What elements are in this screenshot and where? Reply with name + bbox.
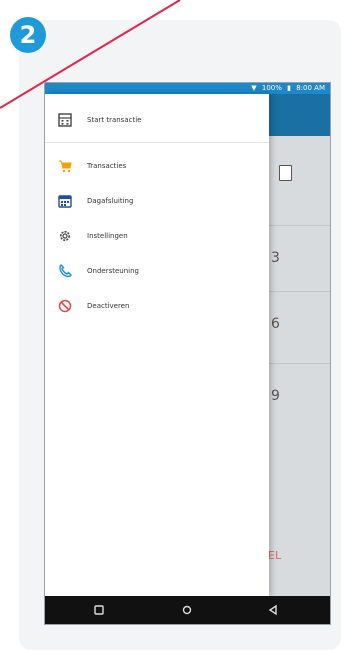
cancel-label-fragment[interactable]: EL	[268, 549, 281, 562]
recent-apps-icon[interactable]	[93, 604, 105, 616]
keypad-row[interactable]: 9	[268, 363, 330, 428]
document-icon[interactable]	[279, 165, 292, 181]
menu-item-label: Transacties	[87, 162, 127, 170]
gear-icon	[57, 228, 73, 244]
menu-item-ondersteuning[interactable]: Ondersteuning	[57, 261, 257, 281]
clock: 8:00 AM	[296, 84, 325, 92]
keypad-number: 9	[271, 388, 280, 404]
menu-item-label: Start transactie	[87, 116, 142, 124]
menu-divider	[45, 142, 269, 143]
status-indicators: ▼ 100% ▮ 8:00 AM	[248, 83, 325, 94]
step-badge: 2	[10, 17, 46, 53]
menu-item-label: Ondersteuning	[87, 267, 139, 275]
calendar-icon	[57, 193, 73, 209]
menu-item-instellingen[interactable]: Instellingen	[57, 226, 257, 246]
battery-level: 100%	[261, 84, 282, 92]
keypad-number: 3	[271, 250, 280, 266]
cart-icon	[57, 158, 73, 174]
forbidden-icon	[57, 298, 73, 314]
phone-screen: ▼ 100% ▮ 8:00 AM 3 6 9 EL Start transact…	[44, 82, 331, 625]
navigation-drawer: Start transactie Transacties Dagafsluiti…	[45, 94, 269, 596]
status-bar: ▼ 100% ▮ 8:00 AM	[45, 83, 330, 94]
menu-item-label: Dagafsluiting	[87, 197, 134, 205]
home-icon[interactable]	[181, 604, 193, 616]
keypad-row[interactable]: 6	[268, 291, 330, 356]
menu-item-start-transactie[interactable]: Start transactie	[57, 110, 257, 130]
menu-item-label: Instellingen	[87, 232, 128, 240]
menu-item-transacties[interactable]: Transacties	[57, 156, 257, 176]
android-nav-bar	[45, 596, 330, 624]
keypad-number: 6	[271, 316, 280, 332]
wifi-icon: ▼	[251, 84, 257, 92]
menu-item-dagafsluiting[interactable]: Dagafsluiting	[57, 191, 257, 211]
calculator-icon	[57, 112, 73, 128]
menu-item-label: Deactiveren	[87, 302, 130, 310]
keypad-row[interactable]: 3	[268, 225, 330, 290]
back-icon[interactable]	[267, 604, 279, 616]
battery-icon: ▮	[287, 84, 291, 92]
phone-icon	[57, 263, 73, 279]
menu-item-deactiveren[interactable]: Deactiveren	[57, 296, 257, 316]
